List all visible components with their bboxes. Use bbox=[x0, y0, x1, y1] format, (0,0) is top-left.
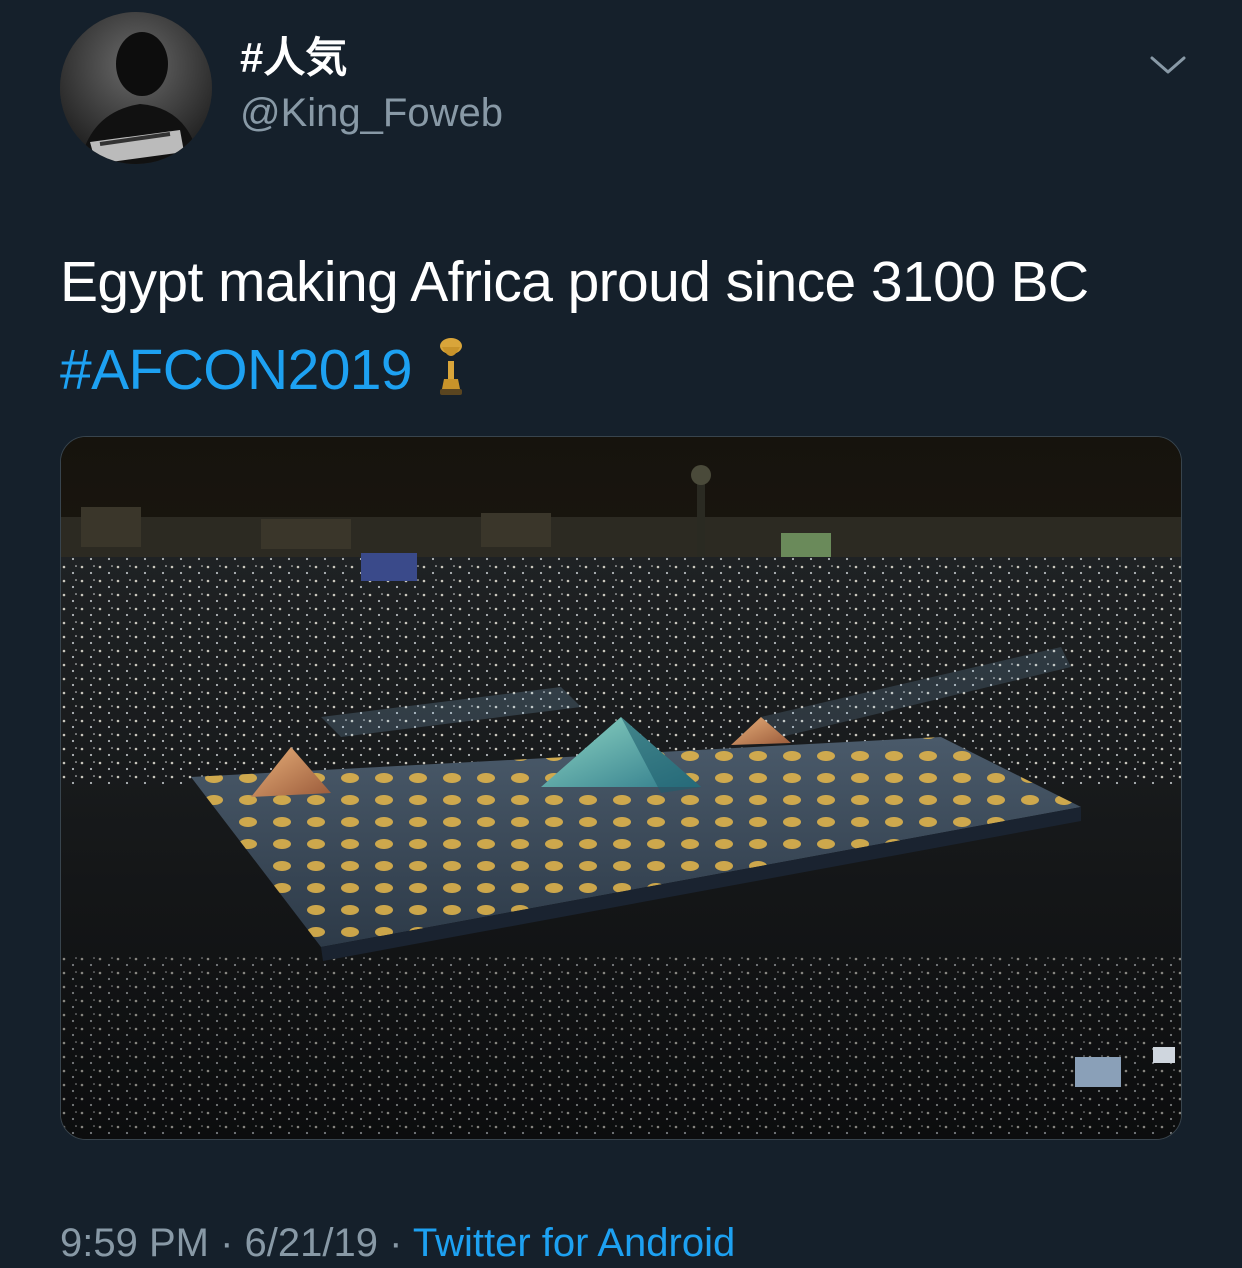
tweet-photo[interactable] bbox=[60, 436, 1182, 1140]
user-handle[interactable]: @King_Foweb bbox=[240, 88, 503, 138]
trophy-icon bbox=[436, 334, 466, 395]
display-name[interactable]: #人気 bbox=[240, 32, 347, 84]
chevron-down-icon[interactable] bbox=[1146, 48, 1190, 82]
tweet-date[interactable]: 6/21/19 bbox=[245, 1221, 378, 1265]
meta-separator: · bbox=[220, 1221, 234, 1265]
tweet-time: 9:59 PM bbox=[60, 1221, 209, 1265]
tweet-meta: 9:59 PM · 6/21/19 · Twitter for Android bbox=[60, 1218, 735, 1268]
tweet-body: Egypt making Africa proud since 3100 BC bbox=[60, 250, 1089, 314]
hashtag-link[interactable]: #AFCON2019 bbox=[60, 338, 413, 402]
avatar[interactable] bbox=[60, 12, 212, 164]
tweet-text: Egypt making Africa proud since 3100 BC … bbox=[60, 238, 1210, 414]
meta-separator-2: · bbox=[389, 1221, 403, 1265]
tweet-source-link[interactable]: Twitter for Android bbox=[413, 1221, 735, 1265]
